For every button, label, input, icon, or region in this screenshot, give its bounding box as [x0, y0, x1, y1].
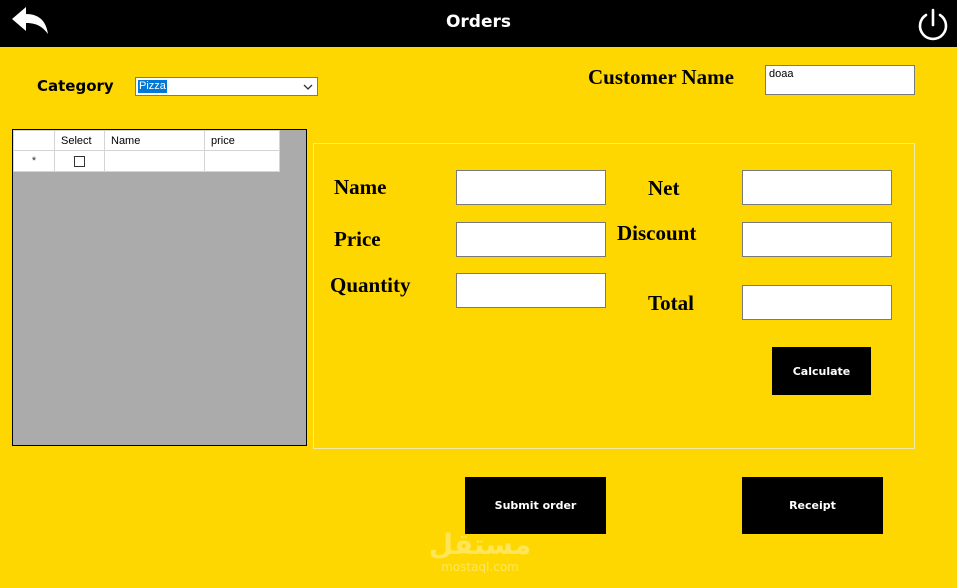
- row-header-corner: [13, 130, 55, 151]
- total-label: Total: [648, 291, 694, 315]
- watermark-arabic: مستقل: [428, 528, 532, 561]
- watermark-latin: mostaql.com: [441, 560, 519, 574]
- net-label: Net: [648, 176, 680, 200]
- category-label: Category: [37, 77, 114, 95]
- discount-label: Discount: [617, 221, 697, 245]
- column-header-name[interactable]: Name: [104, 130, 205, 151]
- title-bar: Orders: [0, 0, 957, 47]
- submit-order-button[interactable]: Submit order: [465, 477, 606, 534]
- customer-name-label: Customer Name: [588, 65, 734, 89]
- total-field[interactable]: [742, 285, 892, 320]
- new-row-marker: *: [13, 150, 55, 172]
- items-table: Select Name price *: [13, 130, 280, 172]
- power-icon[interactable]: [914, 6, 952, 44]
- name-cell[interactable]: [104, 150, 205, 172]
- new-row-marker-text: *: [31, 155, 37, 167]
- calculate-button[interactable]: Calculate: [772, 347, 871, 395]
- select-checkbox[interactable]: [74, 155, 85, 167]
- column-header-select[interactable]: Select: [54, 130, 105, 151]
- price-cell[interactable]: [204, 150, 280, 172]
- receipt-button[interactable]: Receipt: [742, 477, 883, 534]
- quantity-label: Quantity: [330, 273, 411, 297]
- category-combobox[interactable]: Pizza: [135, 77, 318, 96]
- column-header-price[interactable]: price: [204, 130, 280, 151]
- name-field[interactable]: [456, 170, 606, 205]
- category-selected-value: Pizza: [138, 80, 167, 93]
- chevron-down-icon[interactable]: [302, 81, 314, 93]
- page-title: Orders: [445, 12, 512, 32]
- name-label: Name: [334, 175, 387, 199]
- grid-header-row: Select Name price: [13, 130, 280, 151]
- items-grid[interactable]: Select Name price *: [12, 129, 307, 446]
- quantity-field[interactable]: [456, 273, 606, 308]
- customer-name-field[interactable]: doaa: [765, 65, 915, 95]
- watermark-logo: مستقل mostaql.com: [420, 530, 540, 580]
- net-field[interactable]: [742, 170, 892, 205]
- discount-field[interactable]: [742, 222, 892, 257]
- price-field[interactable]: [456, 222, 606, 257]
- select-cell[interactable]: [54, 150, 105, 172]
- price-label: Price: [334, 227, 381, 251]
- table-row[interactable]: *: [13, 150, 280, 172]
